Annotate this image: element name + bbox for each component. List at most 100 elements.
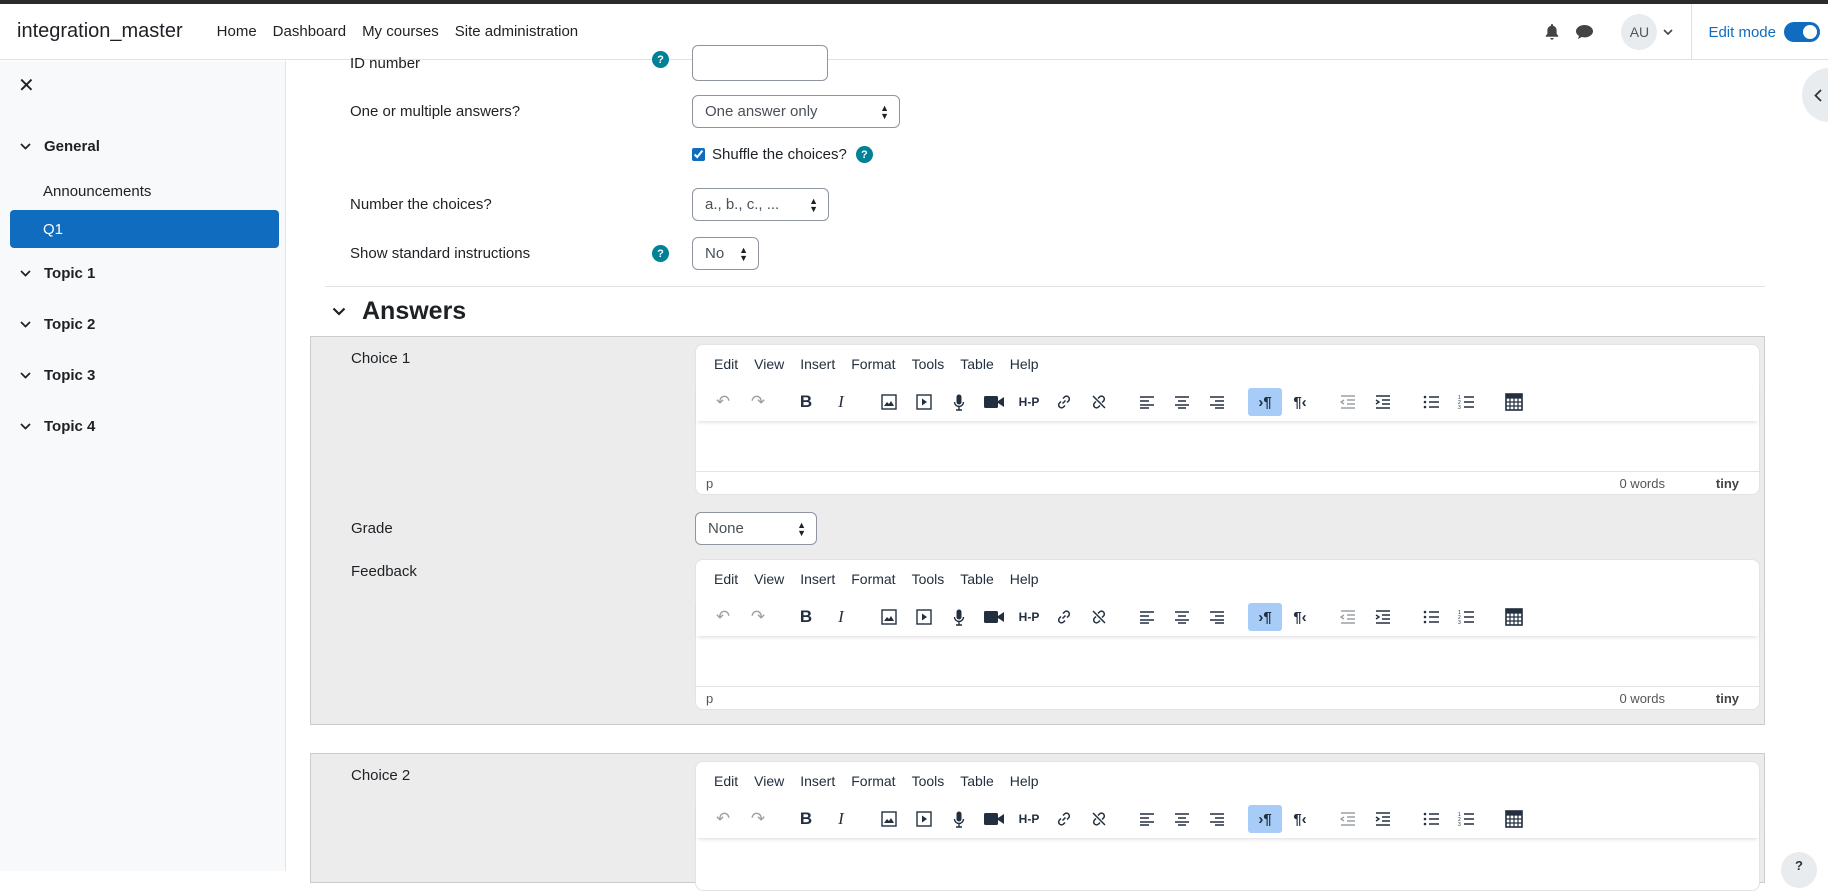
help-icon[interactable]: ? [855,146,873,163]
nav-my-courses[interactable]: My courses [362,23,439,40]
chevron-down-icon[interactable] [1663,23,1674,41]
unlink-icon[interactable] [1082,603,1116,631]
undo-icon[interactable]: ↶ [706,388,740,416]
answers-header[interactable]: Answers [332,297,466,326]
align-right-icon[interactable] [1200,805,1234,833]
bold-icon[interactable]: B [789,388,823,416]
ltr-icon[interactable]: ›¶ [1248,603,1282,631]
align-right-icon[interactable] [1200,388,1234,416]
tiny-logo[interactable]: tiny [1716,476,1739,491]
edit-mode-switch[interactable]: Edit mode [1708,22,1820,42]
align-center-icon[interactable] [1165,805,1199,833]
close-icon[interactable]: ✕ [18,73,35,98]
help-footer-button[interactable]: ? [1781,852,1817,888]
shuffle-checkbox[interactable] [692,148,705,161]
outdent-icon[interactable] [1331,805,1365,833]
nav-home[interactable]: Home [217,23,257,40]
italic-icon[interactable]: I [824,388,858,416]
menu-insert[interactable]: Insert [800,571,835,587]
rtl-icon[interactable]: ¶‹ [1283,388,1317,416]
numbered-list-icon[interactable]: 123 [1449,603,1483,631]
menu-edit[interactable]: Edit [714,356,738,372]
menu-tools[interactable]: Tools [912,571,945,587]
menu-format[interactable]: Format [851,356,895,372]
word-count[interactable]: 0 words [1619,476,1665,491]
section-topic-2[interactable]: Topic 2 [0,299,286,350]
table-icon[interactable] [1497,603,1531,631]
bullet-list-icon[interactable] [1414,603,1448,631]
numbered-list-icon[interactable]: 123 [1449,388,1483,416]
italic-icon[interactable]: I [824,603,858,631]
image-icon[interactable] [872,603,906,631]
std-instructions-select[interactable]: No ▲ ▼ [692,237,759,270]
editor-content-area[interactable] [696,636,1759,686]
answers-mode-select[interactable]: One answer only ▲ ▼ [692,95,900,128]
media-icon[interactable] [907,805,941,833]
menu-edit[interactable]: Edit [714,571,738,587]
chevron-down-icon[interactable] [20,423,31,430]
microphone-icon[interactable] [942,805,976,833]
redo-icon[interactable]: ↷ [741,603,775,631]
element-path[interactable]: p [706,691,713,706]
undo-icon[interactable]: ↶ [706,603,740,631]
site-name[interactable]: integration_master [17,20,183,43]
indent-icon[interactable] [1366,603,1400,631]
h5p-icon[interactable]: H-P [1012,388,1046,416]
bold-icon[interactable]: B [789,805,823,833]
rtl-icon[interactable]: ¶‹ [1283,805,1317,833]
rtl-icon[interactable]: ¶‹ [1283,603,1317,631]
menu-view[interactable]: View [754,773,784,789]
link-icon[interactable] [1047,805,1081,833]
redo-icon[interactable]: ↷ [741,388,775,416]
menu-tools[interactable]: Tools [912,773,945,789]
image-icon[interactable] [872,805,906,833]
numbered-list-icon[interactable]: 123 [1449,805,1483,833]
align-right-icon[interactable] [1200,603,1234,631]
bullet-list-icon[interactable] [1414,388,1448,416]
course-item-announcements[interactable]: Announcements [0,172,286,210]
tiny-logo[interactable]: tiny [1716,691,1739,706]
editor-content-area[interactable] [696,421,1759,471]
editor-content-area[interactable] [696,838,1759,888]
menu-insert[interactable]: Insert [800,773,835,789]
number-choices-select[interactable]: a., b., c., ... ▲ ▼ [692,188,829,221]
menu-help[interactable]: Help [1010,773,1039,789]
menu-edit[interactable]: Edit [714,773,738,789]
outdent-icon[interactable] [1331,388,1365,416]
grade-select[interactable]: None ▲ ▼ [695,512,817,545]
align-left-icon[interactable] [1130,388,1164,416]
section-topic-3[interactable]: Topic 3 [0,350,286,401]
menu-help[interactable]: Help [1010,356,1039,372]
table-icon[interactable] [1497,388,1531,416]
element-path[interactable]: p [706,476,713,491]
outdent-icon[interactable] [1331,603,1365,631]
menu-format[interactable]: Format [851,571,895,587]
video-camera-icon[interactable] [977,805,1011,833]
chevron-down-icon[interactable] [20,143,31,150]
redo-icon[interactable]: ↷ [741,805,775,833]
align-left-icon[interactable] [1130,805,1164,833]
h5p-icon[interactable]: H-P [1012,805,1046,833]
section-topic-1[interactable]: Topic 1 [0,248,286,299]
indent-icon[interactable] [1366,388,1400,416]
nav-site-administration[interactable]: Site administration [455,23,578,40]
section-topic-4[interactable]: Topic 4 [0,401,286,452]
menu-view[interactable]: View [754,571,784,587]
section-general[interactable]: General [0,121,286,172]
video-camera-icon[interactable] [977,388,1011,416]
course-item-q1[interactable]: Q1 [10,210,279,248]
word-count[interactable]: 0 words [1619,691,1665,706]
menu-insert[interactable]: Insert [800,356,835,372]
id-number-input[interactable] [692,45,828,81]
table-icon[interactable] [1497,805,1531,833]
menu-table[interactable]: Table [960,356,993,372]
menu-tools[interactable]: Tools [912,356,945,372]
menu-table[interactable]: Table [960,773,993,789]
chat-bubble-icon[interactable] [1573,21,1595,43]
h5p-icon[interactable]: H-P [1012,603,1046,631]
indent-icon[interactable] [1366,805,1400,833]
chevron-down-icon[interactable] [332,307,346,316]
help-icon[interactable]: ? [652,245,669,262]
menu-view[interactable]: View [754,356,784,372]
link-icon[interactable] [1047,603,1081,631]
